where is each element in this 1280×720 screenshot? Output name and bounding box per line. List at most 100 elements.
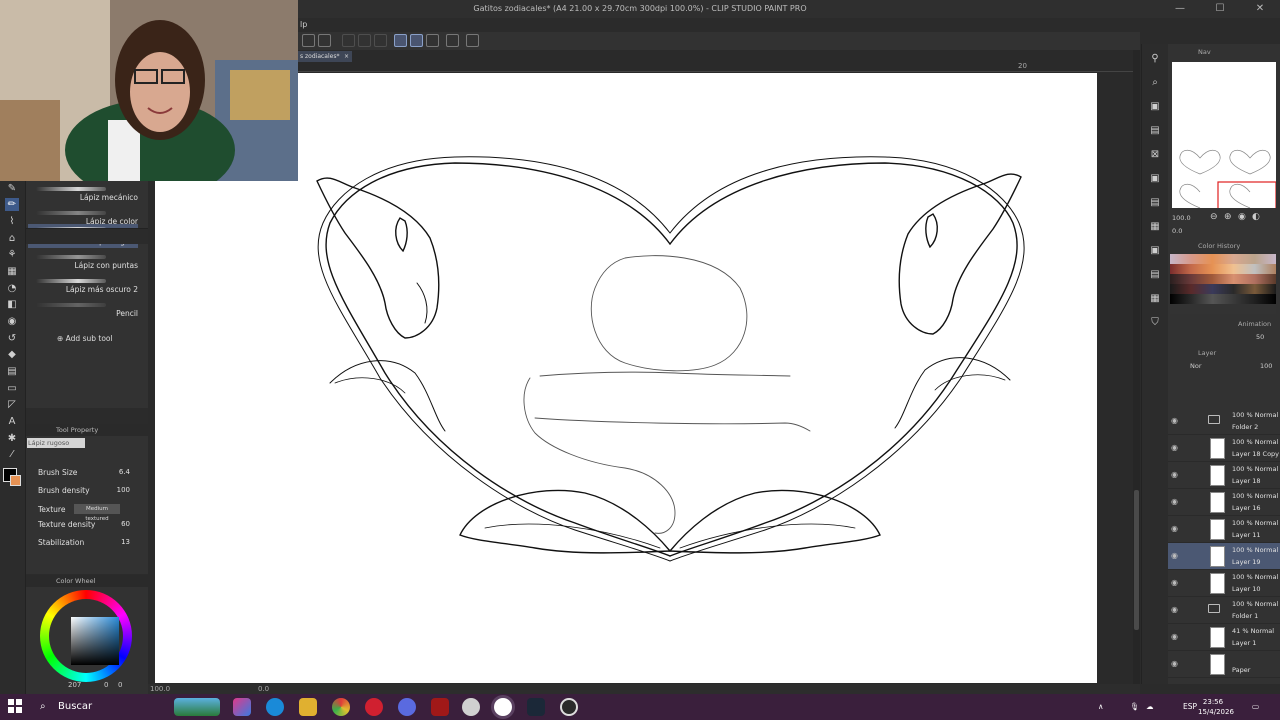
brush-item[interactable]: Lápiz más oscuro 2 [28,276,138,298]
fill-icon[interactable] [374,34,387,47]
pencil-tool-icon[interactable]: ✏ [5,198,19,211]
color-history-grid[interactable] [1170,254,1276,314]
visibility-eye-icon[interactable]: ◉ [1171,416,1178,425]
language-indicator[interactable]: ESP [1183,694,1197,720]
visibility-eye-icon[interactable]: ◉ [1171,551,1178,560]
navigator-preview[interactable] [1172,62,1277,223]
microphone-icon[interactable]: 🎙 [1130,694,1140,720]
brush-item[interactable]: Lápiz con puntas [28,252,138,274]
zoom-in-icon[interactable]: ⊕ [1224,212,1232,222]
add-sub-tool-button[interactable]: ⊕ Add sub tool [57,334,113,343]
balloon-tool-icon[interactable]: ✱ [5,432,19,445]
bucket-tool-icon[interactable]: ◆ [5,348,19,361]
animation-opacity[interactable]: 50 [1256,333,1264,341]
transform-panel-icon[interactable]: ⊠ [1148,148,1162,162]
file-explorer-icon[interactable] [299,698,317,716]
snap-grid-icon[interactable] [426,34,439,47]
layer-row[interactable]: ◉ 100 % Normal Layer 19 [1168,543,1280,570]
tray-overflow-icon[interactable]: ∧ [1098,694,1104,720]
visibility-eye-icon[interactable]: ◉ [1171,578,1178,587]
visibility-eye-icon[interactable]: ◉ [1171,443,1178,452]
gradient-tool-icon[interactable]: ▤ [5,365,19,378]
fit-icon[interactable]: ◉ [1238,212,1246,222]
brush-density-row[interactable]: Brush density 100 [38,486,146,502]
clear-icon[interactable] [358,34,371,47]
eyedropper-tool-icon[interactable]: ⁄ [5,448,19,461]
auto-action-icon[interactable]: ▦ [1148,220,1162,234]
visibility-eye-icon[interactable]: ◉ [1171,605,1178,614]
status-zoom[interactable]: 100.0 [150,684,170,694]
layer-row[interactable]: ◉ 100 % Normal Folder 2 [1168,408,1280,435]
layer-row[interactable]: ◉ 100 % Normal Folder 1 [1168,597,1280,624]
status-angle[interactable]: 0.0 [258,684,269,694]
material-icon[interactable]: ▣ [1148,100,1162,114]
lasso-tool-icon[interactable]: ↺ [5,332,19,345]
visibility-eye-icon[interactable]: ◉ [1171,524,1178,533]
transform-icon[interactable] [342,34,355,47]
quick-access-icon[interactable]: ▤ [1148,268,1162,282]
layer-row[interactable]: ◉ Paper [1168,651,1280,678]
opera-icon[interactable] [365,698,383,716]
brush-tool-icon[interactable]: ⌇ [5,215,19,228]
clock[interactable]: 23:56 15/4/2026 [1198,697,1234,717]
steam-icon[interactable] [527,698,545,716]
visibility-eye-icon[interactable]: ◉ [1171,497,1178,506]
color-set-icon[interactable]: ▦ [1148,292,1162,306]
snap-ruler-icon[interactable] [394,34,407,47]
navigator-zoom[interactable]: 100.0 [1172,214,1191,222]
decoration-tool-icon[interactable]: ⚘ [5,248,19,261]
brush-size-row[interactable]: Brush Size 6.4 [38,468,146,484]
search-icon[interactable]: ⌕ [1148,76,1162,90]
layer-row[interactable]: ◉ 100 % Normal Layer 18 Copy [1168,435,1280,462]
copilot-icon[interactable] [233,698,251,716]
taskbar-search[interactable]: ⌕ Buscar [32,696,162,718]
close-button[interactable]: ✕ [1240,0,1280,18]
sub-color-swatch[interactable] [10,475,21,486]
vertical-scrollbar-thumb[interactable] [1134,490,1139,630]
navigator-icon[interactable]: ⚲ [1148,52,1162,66]
navigator-rotation[interactable]: 0.0 [1172,227,1182,235]
texture-density-row[interactable]: Texture density 60 [38,520,146,536]
close-tab-icon[interactable]: × [344,51,349,62]
brush-item[interactable]: Lápiz mecánico [28,184,138,206]
hue-ring[interactable] [40,590,132,682]
text-tool-icon[interactable]: A [5,415,19,428]
layer-row[interactable]: ◉ 100 % Normal Layer 11 [1168,516,1280,543]
discord-icon[interactable] [398,698,416,716]
help-icon[interactable] [466,34,479,47]
layer-opacity[interactable]: 100 [1260,362,1272,370]
visibility-eye-icon[interactable]: ◉ [1171,632,1178,641]
zoom-out-icon[interactable]: ⊖ [1210,212,1218,222]
eraser-tool-icon[interactable]: ◧ [5,298,19,311]
maximize-button[interactable]: ☐ [1200,0,1240,18]
onedrive-icon[interactable]: ☁ [1146,694,1154,720]
item-bank-icon[interactable]: ▣ [1148,244,1162,258]
brush-size-value[interactable]: 6.4 [119,468,130,476]
minimize-button[interactable]: — [1160,0,1200,18]
visibility-eye-icon[interactable]: ◉ [1171,659,1178,668]
snap-special-ruler-icon[interactable] [410,34,423,47]
shield-icon[interactable]: ⛉ [1148,316,1162,330]
blend-mode-select[interactable]: Nor [1190,362,1202,370]
document-tab[interactable]: s zodiacales* × [298,51,352,62]
history-icon[interactable]: ▤ [1148,196,1162,210]
notifications-icon[interactable]: ▭ [1252,694,1259,720]
stabilization-value[interactable]: 13 [121,538,130,546]
layer-row[interactable]: ◉ 41 % Normal Layer 1 [1168,624,1280,651]
clip-studio-paint-icon[interactable] [494,698,512,716]
app-icon[interactable] [431,698,449,716]
pen-tool-icon[interactable]: ✎ [5,182,19,195]
rotate-icon[interactable]: ◐ [1252,212,1260,222]
vertical-scrollbar[interactable] [1133,50,1140,684]
texture-row[interactable]: Texture Medium textured [38,504,146,522]
windows-start-icon[interactable] [8,699,22,713]
hand-icon[interactable] [302,34,315,47]
obs-icon[interactable] [560,698,578,716]
texture-value[interactable]: Medium textured [74,504,120,522]
layer-row[interactable]: ◉ 100 % Normal Layer 16 [1168,489,1280,516]
sub-view-icon[interactable]: ▣ [1148,172,1162,186]
widgets-icon[interactable] [174,698,220,716]
airbrush-tool-icon[interactable]: ⌂ [5,232,19,245]
fill-tool-icon[interactable]: ◉ [5,315,19,328]
settings-icon[interactable] [446,34,459,47]
